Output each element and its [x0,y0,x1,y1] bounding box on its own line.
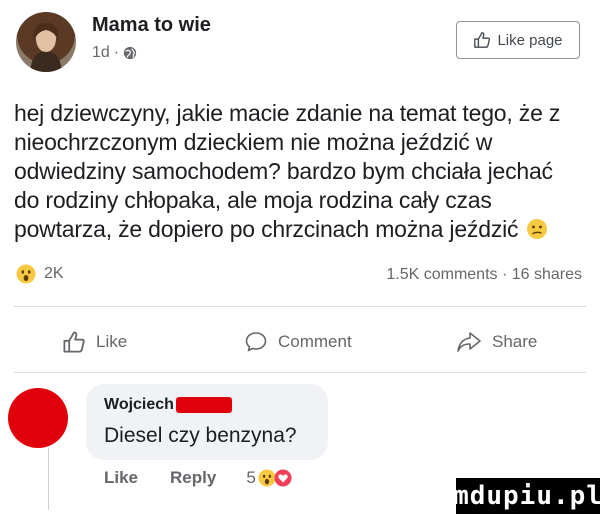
meta-separator: · [113,44,120,61]
post-meta: 1d · [92,44,137,62]
post-text: hej dziewczyny, jakie macie zdanie na te… [14,99,586,244]
share-label: Share [492,332,538,351]
page-name[interactable]: Mama to wie [92,14,211,37]
divider [14,372,586,373]
divider [14,306,586,307]
commenter-avatar[interactable] [8,388,68,448]
comment-bubble-icon [245,332,267,352]
comment-actions: Like Reply 5 [104,468,292,488]
like-page-label: Like page [497,31,563,49]
comment-text: Diesel czy benzyna? [104,424,297,447]
like-button[interactable]: Like [62,330,127,354]
page-avatar[interactable] [16,12,76,72]
post-text-line: odwiedziny samochodem? bardzo bym chciał… [14,158,553,184]
commenter-first-name[interactable]: Wojciech [104,396,174,414]
reaction-count: 2K [44,265,64,282]
post-text-line: do rodziny chłopaka, ale moja rodzina ca… [14,187,492,213]
share-arrow-icon [457,332,481,352]
love-heart-icon [274,469,292,487]
like-page-button[interactable]: Like page [456,21,580,59]
reactions-summary[interactable]: 2K [16,264,64,284]
post-text-line: powtarza, że dopiero po chrzcinach można… [14,215,586,244]
site-watermark: mdupiu.pl [453,478,600,514]
wow-emoji-icon [16,264,36,284]
post-time[interactable]: 1d [92,44,110,62]
comment-label: Comment [278,332,352,351]
thumbs-up-icon [63,331,85,353]
commenter-name[interactable]: Wojciech [104,396,232,414]
comment-reaction-count: 5 [246,468,256,487]
globe-icon [124,46,137,60]
redaction-mark [175,397,232,413]
confused-face-emoji-icon [527,219,548,239]
comment-like-button[interactable]: Like [104,468,138,488]
post-stats[interactable]: 1.5K comments · 16 shares [386,266,582,284]
thumbs-up-icon [474,32,491,48]
comment-reply-button[interactable]: Reply [170,468,216,488]
post-text-line: nieochrzczonym dzieckiem nie można jeźdz… [14,129,493,155]
comment-button[interactable]: Comment [244,330,352,354]
comment-reactions[interactable]: 5 [246,468,292,488]
share-button[interactable]: Share [456,330,537,354]
like-label: Like [96,332,128,351]
post-text-line: hej dziewczyny, jakie macie zdanie na te… [14,100,561,126]
thread-line [48,448,49,510]
